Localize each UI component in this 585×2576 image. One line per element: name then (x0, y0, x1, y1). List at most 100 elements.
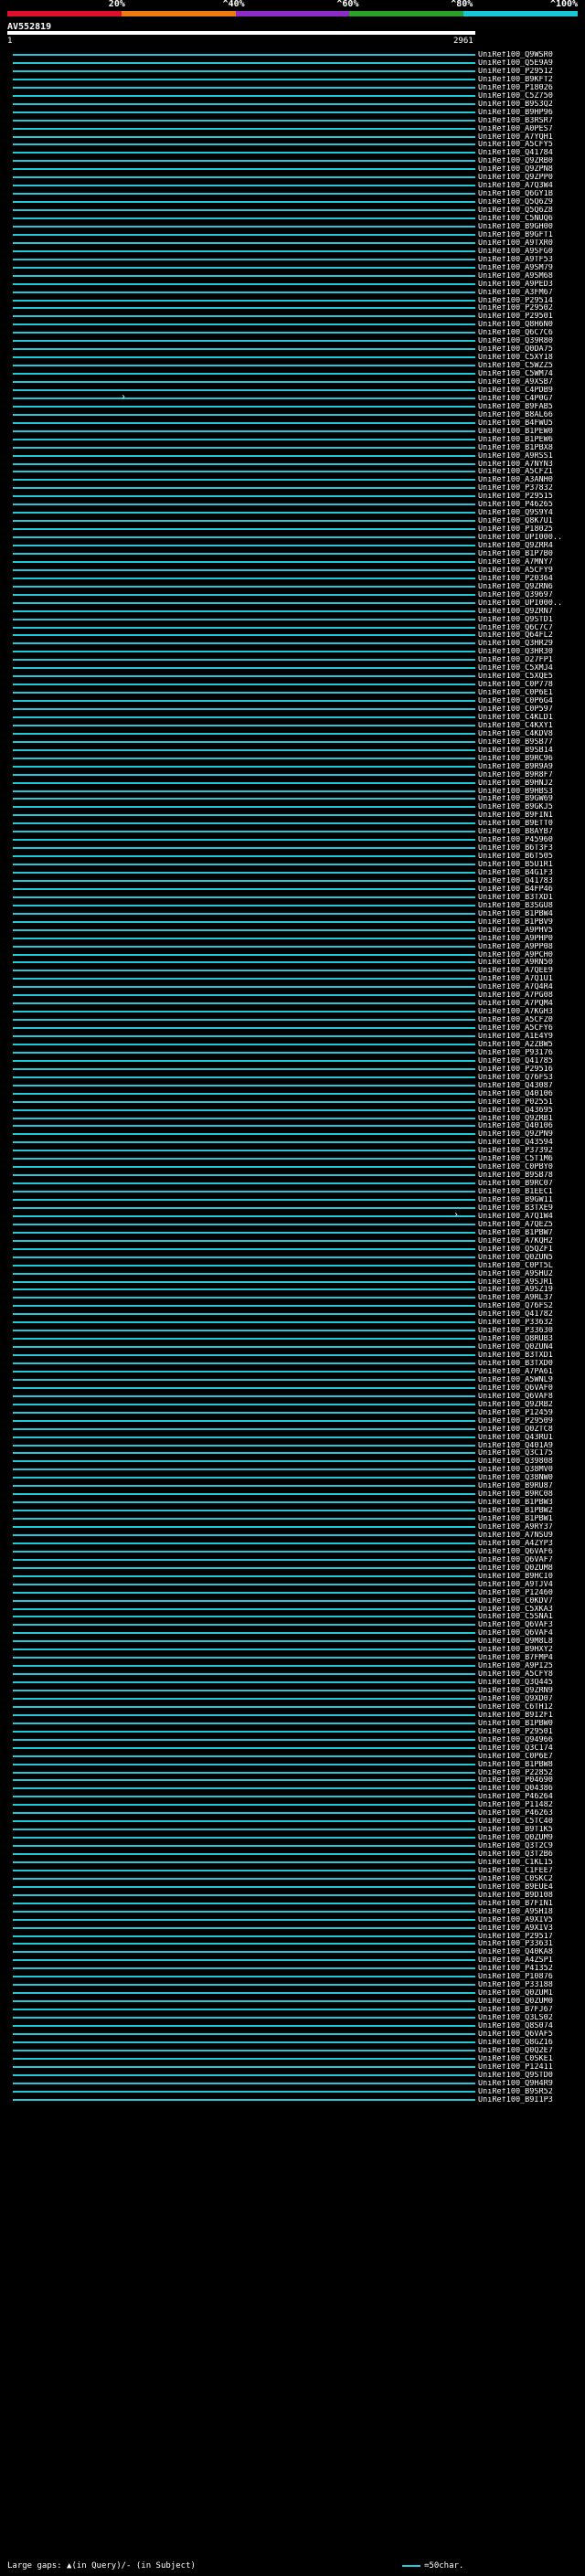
hit-label[interactable]: UniRef100_Q3T2C9 (478, 1842, 583, 1850)
hit-row[interactable]: UniRef100_C4KDV8 (0, 730, 585, 738)
hit-label[interactable]: UniRef100_A7Q1W4 (478, 1213, 583, 1221)
hit-label[interactable]: UniRef100_Q9XD07 (478, 1695, 583, 1703)
hit-label[interactable]: UniRef100_B9SB78 (478, 1171, 583, 1180)
hit-label[interactable]: UniRef100_B9GH00 (478, 223, 583, 231)
hit-label[interactable]: UniRef100_Q9WSR0 (478, 51, 583, 59)
hit-row[interactable]: UniRef100_B1PBV9 (0, 918, 585, 927)
hit-row[interactable]: UniRef100_A7NSU9 (0, 1532, 585, 1540)
hit-row[interactable]: UniRef100_P12411 (0, 2063, 585, 2072)
hit-label[interactable]: UniRef100_Q0ZUM1 (478, 1989, 583, 1998)
hit-label[interactable]: UniRef100_Q9ZRN9 (478, 1687, 583, 1695)
hit-label[interactable]: UniRef100_B8AL66 (478, 411, 583, 419)
hit-label[interactable]: UniRef100_Q6GY1B (478, 190, 583, 198)
hit-label[interactable]: UniRef100_P33632 (478, 1319, 583, 1327)
hit-label[interactable]: UniRef100_A9PI25 (478, 1662, 583, 1670)
hit-label[interactable]: UniRef100_Q41782 (478, 1310, 583, 1319)
hit-row[interactable]: UniRef100_A5CFY5 (0, 141, 585, 149)
hit-row[interactable]: UniRef100_P29517 (0, 1933, 585, 1941)
hit-row[interactable]: UniRef100_C4PDB9 (0, 387, 585, 395)
hit-label[interactable]: UniRef100_P37392 (478, 1147, 583, 1155)
hit-label[interactable]: UniRef100_C0PBY0 (478, 1163, 583, 1171)
hit-row[interactable]: UniRef100_B8AL66 (0, 411, 585, 419)
hit-row[interactable]: UniRef100_B9EUE4 (0, 1883, 585, 1892)
hit-label[interactable]: UniRef100_A5CFY5 (478, 141, 583, 149)
hit-row[interactable]: UniRef100_Q0ZUN4 (0, 1343, 585, 1352)
hit-row[interactable]: UniRef100_B9GKJ5 (0, 803, 585, 811)
hit-label[interactable]: UniRef100_C0P6G4 (478, 697, 583, 705)
hit-label[interactable]: UniRef100_Q9H4R9 (478, 2080, 583, 2088)
hit-label[interactable]: UniRef100_Q40106 (478, 1090, 583, 1098)
hit-row[interactable]: UniRef100_B7FJ67 (0, 2006, 585, 2014)
hit-row[interactable]: UniRef100_A9TF53 (0, 256, 585, 264)
hit-label[interactable]: UniRef100_Q43RU1 (478, 1434, 583, 1442)
hit-label[interactable]: UniRef100_A9RL37 (478, 1294, 583, 1302)
hit-label[interactable]: UniRef100_C5Z750 (478, 92, 583, 101)
hit-label[interactable]: UniRef100_A7KQH2 (478, 1237, 583, 1246)
hit-row[interactable]: UniRef100_P29514 (0, 297, 585, 305)
hit-label[interactable]: UniRef100_B9GW11 (478, 1196, 583, 1204)
hit-row[interactable]: UniRef100_B1PBW2 (0, 1507, 585, 1515)
hit-label[interactable]: UniRef100_P33630 (478, 1327, 583, 1335)
hit-label[interactable]: UniRef100_C0SKE1 (478, 2055, 583, 2063)
hit-label[interactable]: UniRef100_Q0ZUN4 (478, 1343, 583, 1352)
hit-row[interactable]: UniRef100_A9PP08 (0, 943, 585, 951)
hit-label[interactable]: UniRef100_A0PES7 (478, 125, 583, 133)
hit-label[interactable]: UniRef100_B1PEW0 (478, 428, 583, 436)
hit-label[interactable]: UniRef100_B1PEW6 (478, 436, 583, 444)
hit-label[interactable]: UniRef100_B9RC08 (478, 1490, 583, 1499)
hit-row[interactable]: UniRef100_B3TXD0 (0, 1360, 585, 1368)
hit-row[interactable]: UniRef100_Q76FS2 (0, 1302, 585, 1310)
hit-label[interactable]: UniRef100_A5WNL9 (478, 1376, 583, 1384)
hit-row[interactable]: UniRef100_Q6VAF3 (0, 1621, 585, 1629)
hit-row[interactable]: UniRef100_Q401A9 (0, 1442, 585, 1450)
hit-label[interactable]: UniRef100_B9HNJ2 (478, 779, 583, 788)
hit-label[interactable]: UniRef100_P46263 (478, 1809, 583, 1818)
hit-label[interactable]: UniRef100_Q8H6N0 (478, 321, 583, 329)
hit-label[interactable]: UniRef100_Q39R80 (478, 337, 583, 345)
hit-row[interactable]: UniRef100_Q43695 (0, 1107, 585, 1115)
hit-label[interactable]: UniRef100_B9T1K5 (478, 1826, 583, 1834)
hit-row[interactable]: UniRef100_C0P6E1 (0, 689, 585, 697)
hit-label[interactable]: UniRef100_Q5E9A9 (478, 59, 583, 68)
hit-row[interactable]: UniRef100_A3FM67 (0, 289, 585, 297)
hit-row[interactable]: UniRef100_P46265 (0, 501, 585, 509)
hit-row[interactable]: UniRef100_A9PHP0 (0, 935, 585, 943)
hit-row[interactable]: UniRef100_B9SR52 (0, 2088, 585, 2096)
hit-row[interactable]: UniRef100_P37832 (0, 484, 585, 493)
hit-label[interactable]: UniRef100_A9XSB7 (478, 378, 583, 387)
hit-row[interactable]: UniRef100_Q38MV0 (0, 1466, 585, 1474)
hit-label[interactable]: UniRef100_P29514 (478, 297, 583, 305)
hit-label[interactable]: UniRef100_UPI000.. (478, 534, 583, 542)
hit-row[interactable]: UniRef100_B9HCI0 (0, 1573, 585, 1581)
hit-row[interactable]: UniRef100_P29516 (0, 1065, 585, 1074)
hit-label[interactable]: UniRef100_B3TXE9 (478, 1204, 583, 1213)
hit-label[interactable]: UniRef100_A7PA61 (478, 1368, 583, 1376)
hit-row[interactable]: UniRef100_C4P0G7 (0, 395, 585, 403)
hit-row[interactable]: UniRef100_B9GH00 (0, 223, 585, 231)
hit-row[interactable]: UniRef100_Q0ZUM9 (0, 1834, 585, 1842)
hit-label[interactable]: UniRef100_B7FIN1 (478, 1900, 583, 1908)
hit-row[interactable]: UniRef100_A9SFG0 (0, 248, 585, 256)
hit-label[interactable]: UniRef100_C4KXY1 (478, 722, 583, 730)
hit-row[interactable]: UniRef100_Q0ZUM0 (0, 1998, 585, 2006)
hit-row[interactable]: UniRef100_Q9ZPN8 (0, 165, 585, 174)
hit-label[interactable]: UniRef100_Q3T2B6 (478, 1850, 583, 1859)
hit-label[interactable]: UniRef100_Q6C7C6 (478, 329, 583, 337)
hit-row[interactable]: UniRef100_P93176 (0, 1049, 585, 1057)
hit-label[interactable]: UniRef100_B9S3Q2 (478, 101, 583, 109)
hit-row[interactable]: UniRef100_B1PBW0 (0, 1720, 585, 1728)
hit-row[interactable]: UniRef100_C4KXY1 (0, 722, 585, 730)
hit-label[interactable]: UniRef100_Q6C7C7 (478, 624, 583, 632)
hit-row[interactable]: UniRef100_B9I1P3 (0, 2096, 585, 2104)
hit-row[interactable]: UniRef100_B9D108 (0, 1892, 585, 1900)
hit-label[interactable]: UniRef100_Q8GZ16 (478, 2039, 583, 2047)
hit-label[interactable]: UniRef100_P22852 (478, 1769, 583, 1777)
hit-label[interactable]: UniRef100_B9RC07 (478, 1180, 583, 1188)
hit-label[interactable]: UniRef100_B7FMP4 (478, 1654, 583, 1662)
hit-label[interactable]: UniRef100_Q38NW0 (478, 1474, 583, 1482)
hit-row[interactable]: UniRef100_Q9STD1 (0, 616, 585, 624)
hit-label[interactable]: UniRef100_A9SJR1 (478, 1278, 583, 1287)
hit-label[interactable]: UniRef100_B1PBW2 (478, 1507, 583, 1515)
hit-label[interactable]: UniRef100_A9PHP0 (478, 935, 583, 943)
hit-label[interactable]: UniRef100_Q3Q445 (478, 1679, 583, 1687)
